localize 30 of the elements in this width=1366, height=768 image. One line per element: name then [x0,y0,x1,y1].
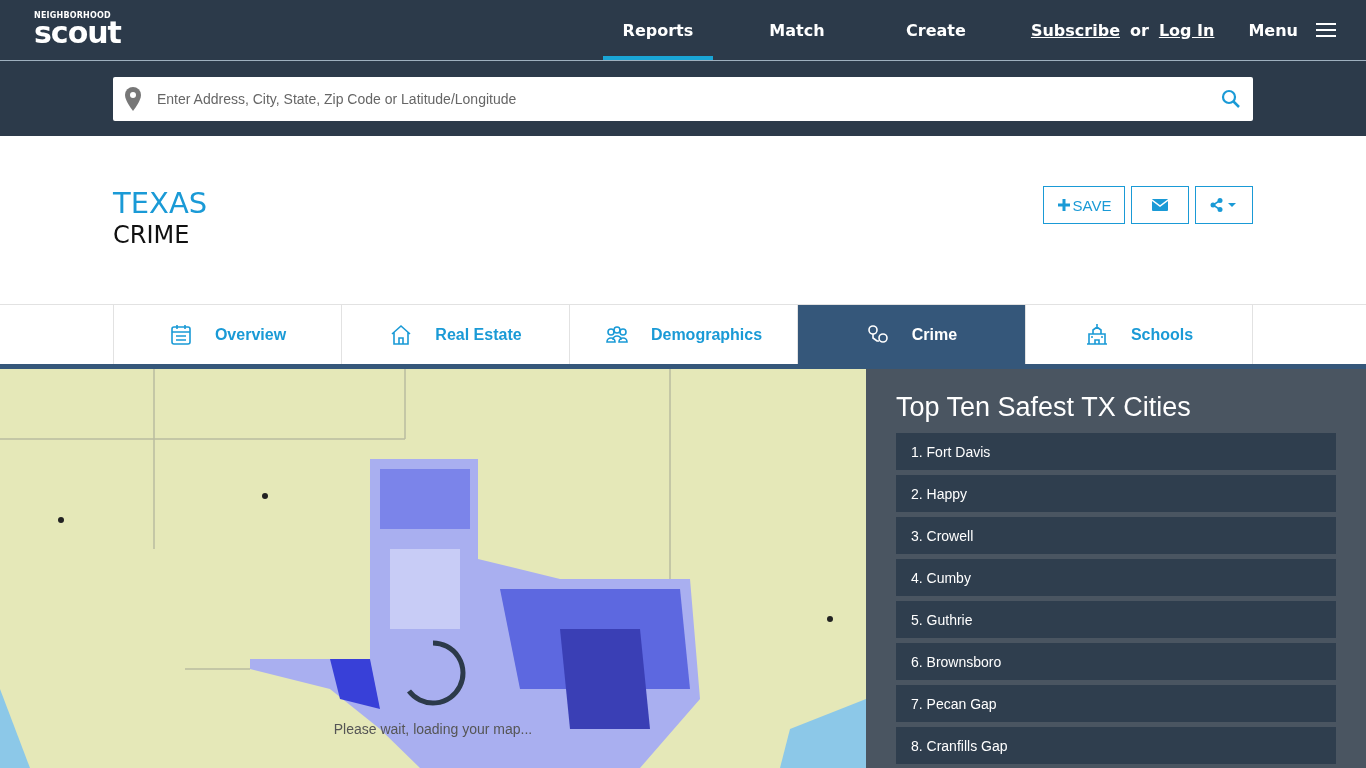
loading-message: Please wait, loading your map... [333,721,533,737]
city-item[interactable]: 6. Brownsboro [896,643,1336,680]
city-item[interactable]: 4. Cumby [896,559,1336,596]
share-button[interactable] [1195,186,1253,224]
email-button[interactable] [1131,186,1189,224]
location-pin-icon [125,86,141,111]
or-text: or [1130,20,1149,40]
school-icon [1084,322,1109,347]
section-tab[interactable]: Crime [797,305,1025,364]
share-icon [1210,198,1238,212]
city-item[interactable]: 1. Fort Davis [896,433,1336,470]
search-field[interactable]: Enter Address, City, State, Zip Code or Latitude/Longitude [113,76,1253,121]
plus-icon [1056,198,1071,212]
subscribe-link[interactable]: Subscribe [1030,20,1120,40]
nav-link[interactable]: Match [741,0,852,60]
panel-title: Top Ten Safest TX Cities [896,391,1192,424]
city-item[interactable]: 3. Crowell [896,517,1336,554]
city-item[interactable]: 8. Cranfills Gap [896,727,1336,764]
city-item[interactable]: 5. Guthrie [896,601,1336,638]
page-title: TEXAS [113,186,208,220]
nav-link[interactable]: Create [880,0,991,60]
login-link[interactable]: Log In [1158,20,1215,40]
page-subtitle: CRIME [113,220,191,250]
calendar-icon [168,322,193,347]
envelope-icon [1152,199,1168,211]
menu-button[interactable]: Menu [1248,20,1336,40]
search-icon[interactable] [1221,88,1241,109]
city-item[interactable]: 7. Pecan Gap [896,685,1336,722]
menu-icon [1316,22,1336,38]
city-item[interactable]: 2. Happy [896,475,1336,512]
